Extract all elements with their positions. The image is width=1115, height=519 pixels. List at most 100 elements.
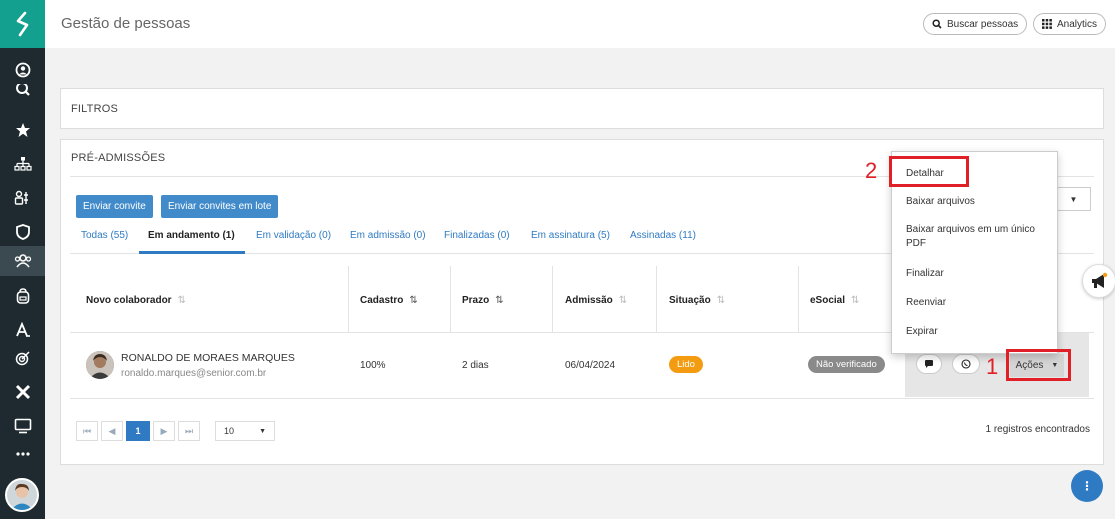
user-avatar[interactable] xyxy=(5,478,39,512)
col-label: eSocial xyxy=(810,295,846,306)
whatsapp-button[interactable] xyxy=(952,354,980,374)
prazo-value: 2 dias xyxy=(462,360,489,371)
tab-assinadas[interactable]: Assinadas (11) xyxy=(630,230,696,241)
first-page-button[interactable]: ⏮ xyxy=(76,421,98,441)
next-page-button[interactable]: ▶ xyxy=(153,421,175,441)
analytics-button[interactable]: Analytics xyxy=(1033,13,1107,35)
announcement-button[interactable] xyxy=(1082,264,1115,298)
menu-item-reenviar[interactable]: Reenviar xyxy=(906,296,946,310)
search-people-button[interactable]: Buscar pessoas xyxy=(923,13,1028,35)
page-size-value: 10 xyxy=(224,426,235,436)
cadastro-value: 100% xyxy=(360,360,386,371)
col-header-colaborador[interactable]: Novo colaborador ⇅ xyxy=(86,295,186,306)
header: Gestão de pessoas Buscar pessoas Analyti… xyxy=(45,0,1115,48)
col-header-admissao[interactable]: Admissão ⇅ xyxy=(565,295,627,306)
caret-down-icon: ▼ xyxy=(259,427,266,435)
col-label: Admissão xyxy=(565,295,613,306)
annotation-number-2: 2 xyxy=(865,158,878,183)
records-found: 1 registros encontrados xyxy=(985,424,1090,435)
column-divider xyxy=(348,266,349,332)
column-divider xyxy=(552,266,553,332)
shield-icon[interactable] xyxy=(0,218,45,246)
info-icon: ⋮ xyxy=(1081,479,1093,493)
col-header-esocial[interactable]: eSocial ⇅ xyxy=(810,295,859,306)
prev-page-button[interactable]: ◀ xyxy=(101,421,123,441)
org-chart-icon[interactable] xyxy=(0,150,45,178)
active-tab-indicator xyxy=(139,251,245,254)
tab-finalizadas[interactable]: Finalizadas (0) xyxy=(444,230,510,241)
page-button-current[interactable]: 1 xyxy=(126,421,150,441)
admissao-value: 06/04/2024 xyxy=(565,360,616,371)
col-label: Prazo xyxy=(462,295,490,306)
send-invite-button[interactable]: Enviar convite xyxy=(76,195,153,218)
preadmissions-title: PRÉ-ADMISSÕES xyxy=(71,152,166,164)
column-divider xyxy=(798,266,799,332)
sort-asc-icon: ⇅ xyxy=(409,295,418,306)
esocial-badge: Não verificado xyxy=(808,356,885,373)
sort-icon: ⇅ xyxy=(177,295,186,306)
menu-item-baixar-arquivos[interactable]: Baixar arquivos xyxy=(906,195,975,209)
col-label: Cadastro xyxy=(360,295,404,306)
col-label: Situação xyxy=(669,295,711,306)
whatsapp-icon xyxy=(961,359,971,369)
senior-logo-icon xyxy=(16,11,28,37)
sidebar xyxy=(0,0,45,519)
col-label: Novo colaborador xyxy=(86,295,172,306)
user-edit-icon[interactable] xyxy=(0,316,45,344)
page-title: Gestão de pessoas xyxy=(61,15,191,32)
info-fab[interactable]: ⋮ xyxy=(1071,470,1103,502)
people-group-icon[interactable] xyxy=(0,246,45,276)
page-size-select[interactable]: 10 ▼ xyxy=(215,421,275,441)
filters-title: FILTROS xyxy=(71,103,119,115)
filters-panel[interactable]: FILTROS xyxy=(60,88,1104,129)
tab-em-validacao[interactable]: Em validação (0) xyxy=(256,230,331,241)
backpack-icon[interactable] xyxy=(0,282,45,310)
column-divider xyxy=(450,266,451,332)
sort-icon: ⇅ xyxy=(716,295,726,306)
tab-em-assinatura[interactable]: Em assinatura (5) xyxy=(531,230,610,241)
sort-asc-icon: ⇅ xyxy=(495,295,504,306)
chat-icon xyxy=(925,360,933,368)
senior-logo[interactable] xyxy=(0,0,45,48)
annotation-number-1: 1 xyxy=(986,354,999,379)
search-people-label: Buscar pessoas xyxy=(947,18,1019,30)
column-divider xyxy=(656,266,657,332)
sort-icon: ⇅ xyxy=(618,295,628,306)
search-icon xyxy=(932,19,942,29)
tab-em-andamento[interactable]: Em andamento (1) xyxy=(148,230,235,241)
table-bottom-divider xyxy=(70,398,1094,399)
prev-page-icon: ◀ xyxy=(108,425,116,436)
col-header-situacao[interactable]: Situação ⇅ xyxy=(669,295,725,306)
caret-down-icon: ▼ xyxy=(1069,194,1078,204)
options-select[interactable]: ▼ xyxy=(1056,187,1091,211)
monitor-icon[interactable] xyxy=(0,412,45,440)
megaphone-icon xyxy=(1092,272,1108,288)
more-icon[interactable] xyxy=(0,444,45,464)
menu-item-expirar[interactable]: Expirar xyxy=(906,325,938,339)
send-batch-invites-button[interactable]: Enviar convites em lote xyxy=(161,195,279,218)
sort-icon: ⇅ xyxy=(851,295,860,306)
col-header-prazo[interactable]: Prazo ⇅ xyxy=(462,295,504,306)
annotation-box-acoes xyxy=(1006,349,1071,381)
menu-item-finalizar[interactable]: Finalizar xyxy=(906,267,944,281)
tab-em-admissao[interactable]: Em admissão (0) xyxy=(350,230,426,241)
status-badge: Lido xyxy=(669,356,703,373)
people-money-icon[interactable] xyxy=(0,184,45,212)
collaborator-avatar xyxy=(86,351,114,379)
tab-todas[interactable]: Todas (55) xyxy=(81,230,128,241)
col-header-cadastro[interactable]: Cadastro ⇅ xyxy=(360,295,418,306)
search-icon[interactable] xyxy=(0,84,45,102)
last-page-button[interactable]: ⏭ xyxy=(178,421,200,441)
star-icon[interactable] xyxy=(0,116,45,144)
last-page-icon: ⏭ xyxy=(184,425,194,436)
grid-icon xyxy=(1042,19,1052,29)
menu-item-baixar-pdf[interactable]: Baixar arquivos em um único PDF xyxy=(906,223,1046,251)
collaborator-email: ronaldo.marques@senior.com.br xyxy=(121,368,267,379)
x-app-icon[interactable] xyxy=(0,378,45,406)
user-circle-icon[interactable] xyxy=(0,56,45,84)
first-page-icon: ⏮ xyxy=(82,425,92,436)
annotation-box-detalhar xyxy=(889,156,969,187)
chat-button[interactable] xyxy=(916,354,942,374)
analytics-label: Analytics xyxy=(1057,18,1098,30)
target-icon[interactable] xyxy=(0,344,45,372)
